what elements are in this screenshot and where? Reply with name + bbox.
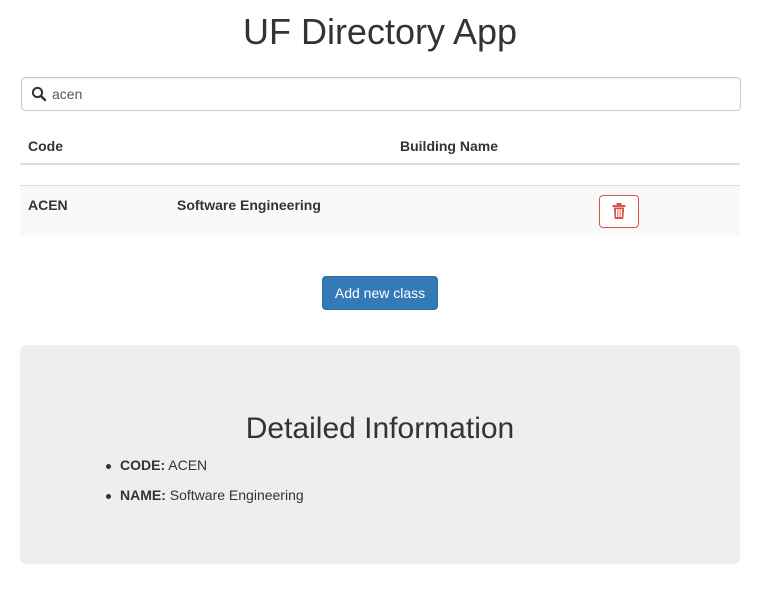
column-header-building-name: Building Name — [400, 138, 499, 154]
detail-key: NAME: — [120, 487, 166, 503]
search-box[interactable] — [21, 77, 741, 111]
row-code: ACEN — [28, 197, 68, 213]
detail-value: Software Engineering — [165, 487, 304, 503]
detail-value: ACEN — [165, 457, 208, 473]
column-header-code: Code — [28, 138, 63, 154]
table-header-divider — [20, 163, 740, 165]
app-root: UF Directory App Code Building Name ACEN… — [0, 0, 770, 606]
add-new-class-button[interactable]: Add new class — [322, 276, 438, 310]
detail-title: Detailed Information — [245, 412, 515, 445]
delete-button[interactable] — [599, 195, 639, 228]
search-icon — [31, 86, 47, 102]
detail-key: CODE: — [120, 457, 166, 473]
detail-list: CODE: ACEN NAME: Software Engineering — [106, 457, 304, 517]
page-title: UF Directory App — [242, 11, 518, 52]
search-input[interactable] — [52, 78, 732, 110]
table-row[interactable]: ACEN Software Engineering — [20, 186, 740, 236]
detail-item-name: NAME: Software Engineering — [106, 487, 304, 517]
row-building-name: Software Engineering — [177, 197, 321, 213]
detail-panel: Detailed Information CODE: ACEN NAME: So… — [20, 345, 740, 564]
trash-icon — [612, 203, 626, 219]
detail-item-code: CODE: ACEN — [106, 457, 304, 487]
